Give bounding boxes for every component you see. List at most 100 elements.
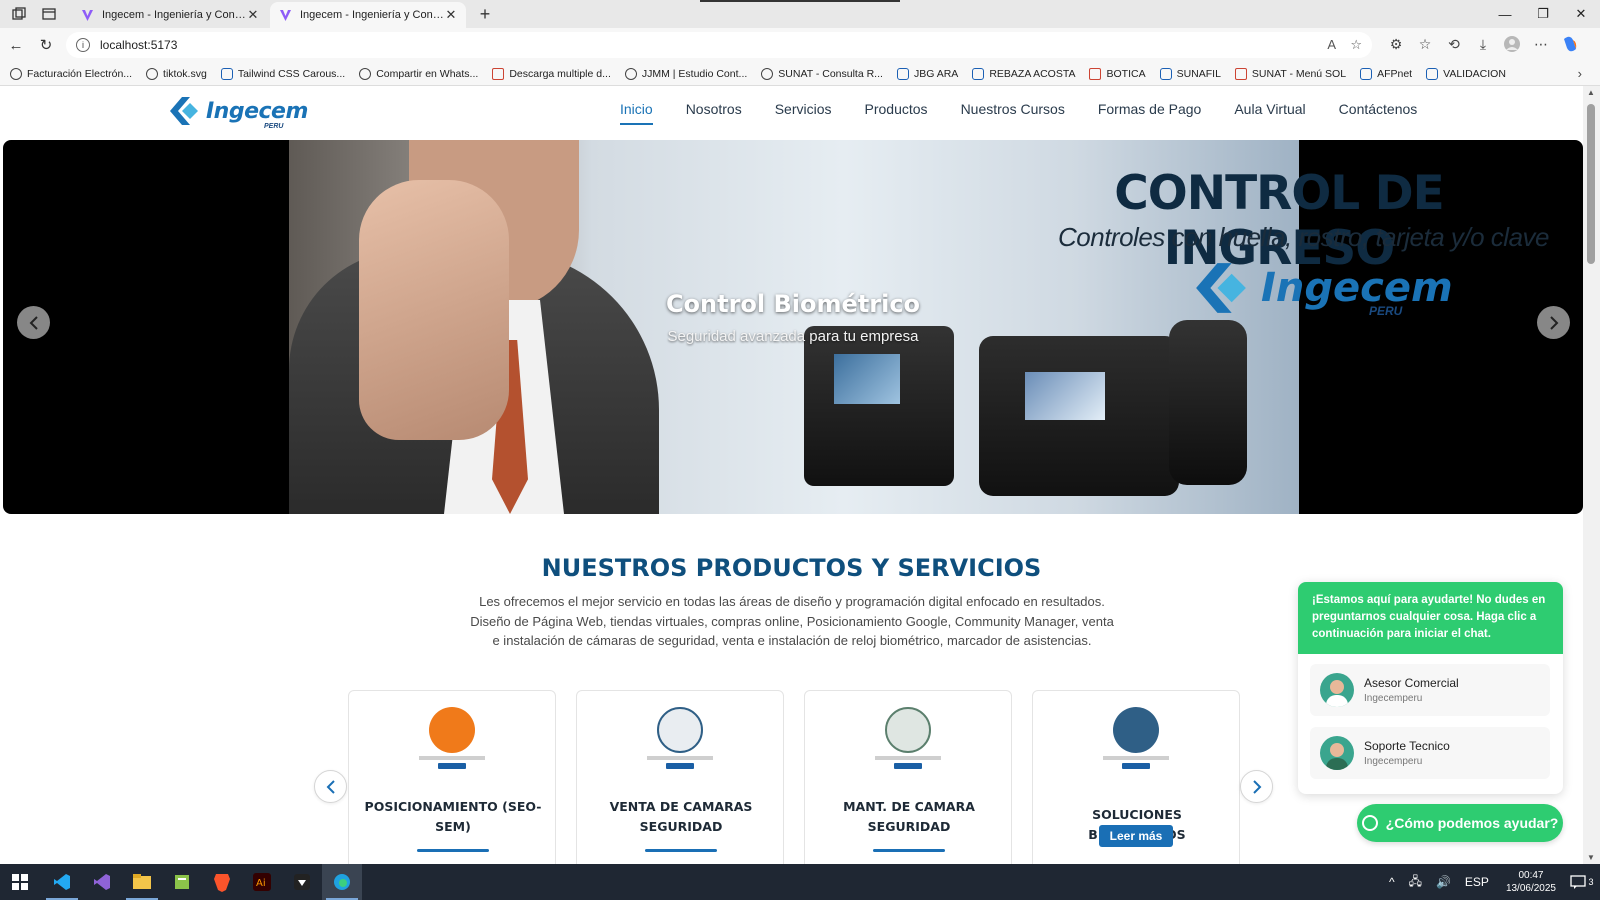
agent-name: Soporte Tecnico — [1364, 739, 1450, 753]
network-icon[interactable]: 🖧 — [1409, 872, 1422, 893]
nav-productos[interactable]: Productos — [865, 101, 928, 125]
whatsapp-chat-button[interactable]: ¿Cómo podemos ayudar? — [1357, 804, 1563, 842]
service-button-partial[interactable] — [873, 849, 945, 852]
ad-subheadline: Controles con huella, rostro, tarjeta y/… — [1058, 222, 1549, 252]
app-icon[interactable] — [282, 864, 322, 900]
bookmark-item[interactable]: JBG ARA — [896, 67, 958, 80]
new-tab-button[interactable]: + — [474, 3, 496, 25]
vite-favicon-icon — [278, 8, 292, 22]
favorites-icon[interactable]: ☆ — [1415, 33, 1435, 55]
nav-nosotros[interactable]: Nosotros — [686, 101, 742, 125]
service-button-partial[interactable] — [417, 849, 489, 852]
windows-start-icon[interactable] — [0, 864, 40, 900]
extensions-icon[interactable]: ⚙ — [1386, 33, 1406, 55]
notification-count: 3 — [1588, 877, 1594, 887]
chevron-right-icon — [1549, 315, 1558, 330]
back-icon[interactable]: ← — [6, 35, 26, 55]
favorite-star-icon[interactable]: ☆ — [1350, 37, 1362, 53]
browser-tab-2[interactable]: Ingecem - Ingeniería y Construcci ✕ — [270, 2, 466, 28]
vscode-icon[interactable] — [42, 864, 82, 900]
edge-icon[interactable] — [322, 864, 362, 900]
language-indicator[interactable]: ESP — [1465, 875, 1489, 889]
chevron-right-icon — [1252, 779, 1261, 794]
hero-next-button[interactable] — [1537, 306, 1570, 339]
service-card-biometricos[interactable]: SOLUCIONES BIOMETRICOS Leer más — [1032, 690, 1240, 864]
ingecem-logo-icon — [170, 97, 198, 125]
page-scrollbar[interactable]: ▲ ▼ — [1583, 86, 1600, 864]
site-info-icon[interactable]: i — [76, 38, 90, 52]
globe-icon — [624, 67, 637, 80]
profile-avatar-icon[interactable] — [1502, 33, 1522, 55]
leer-mas-button[interactable]: Leer más — [1099, 825, 1173, 847]
hero-subtitle: Seguridad avanzada para tu empresa — [667, 328, 919, 345]
tray-chevron-icon[interactable]: ^ — [1389, 875, 1395, 889]
workspaces-icon[interactable] — [10, 5, 28, 23]
nav-nuestros-cursos[interactable]: Nuestros Cursos — [961, 101, 1065, 125]
service-name: MANT. DE CAMARA SEGURIDAD — [843, 799, 975, 834]
download-icon[interactable]: ⤓ — [1473, 33, 1493, 55]
scroll-up-icon[interactable]: ▲ — [1587, 88, 1595, 97]
nav-inicio[interactable]: Inicio — [620, 101, 653, 125]
system-clock[interactable]: 00:47 13/06/2025 — [1506, 869, 1556, 895]
more-menu-icon[interactable]: ⋯ — [1531, 33, 1551, 55]
hero-prev-button[interactable] — [17, 306, 50, 339]
read-aloud-icon[interactable]: A — [1327, 37, 1336, 52]
vite-favicon-icon — [80, 8, 94, 22]
tab-actions-icon[interactable] — [40, 5, 58, 23]
restore-icon[interactable]: ❐ — [1524, 0, 1562, 28]
volume-icon[interactable]: 🔊 — [1436, 875, 1451, 889]
bookmark-item[interactable]: JJMM | Estudio Cont... — [624, 67, 747, 80]
nav-servicios[interactable]: Servicios — [775, 101, 832, 125]
bookmark-item[interactable]: SUNAT - Menú SOL — [1234, 67, 1346, 80]
refresh-icon[interactable]: ↻ — [36, 35, 56, 55]
browser-tab-1[interactable]: Ingecem - Ingeniería y Construcci ✕ — [72, 2, 268, 28]
illustrator-icon[interactable]: Ai — [242, 864, 282, 900]
tab-title: Ingecem - Ingeniería y Construcci — [300, 9, 444, 21]
services-prev-button[interactable] — [314, 770, 347, 803]
notepad-icon[interactable] — [162, 864, 202, 900]
afpnet-icon — [1360, 67, 1373, 80]
biometric-icon — [1103, 707, 1169, 775]
service-card-seo[interactable]: POSICIONAMIENTO (SEO-SEM) — [348, 690, 556, 864]
tailwind-icon — [220, 67, 233, 80]
notification-center-icon[interactable]: 3 — [1564, 864, 1600, 900]
scroll-down-icon[interactable]: ▼ — [1587, 853, 1595, 862]
nav-aula-virtual[interactable]: Aula Virtual — [1234, 101, 1305, 125]
agent-asesor-comercial[interactable]: Asesor Comercial Ingecemperu — [1310, 664, 1550, 716]
bookmark-item[interactable]: Tailwind CSS Carous... — [220, 67, 345, 80]
minimize-icon[interactable]: — — [1486, 0, 1524, 28]
bookmark-item[interactable]: Compartir en Whats... — [359, 67, 478, 80]
bookmark-item[interactable]: SUNAFIL — [1159, 67, 1221, 80]
bookmark-item[interactable]: SUNAT - Consulta R... — [761, 67, 883, 80]
close-tab-icon[interactable]: ✕ — [444, 7, 458, 23]
service-button-partial[interactable] — [645, 849, 717, 852]
nav-contactenos[interactable]: Contáctenos — [1339, 101, 1418, 125]
url-field[interactable]: i localhost:5173 A ☆ — [66, 32, 1372, 58]
more-bookmarks-icon[interactable]: › — [1578, 66, 1582, 81]
file-explorer-icon[interactable] — [122, 864, 162, 900]
system-tray: ^ 🖧 🔊 ESP 00:47 13/06/2025 3 — [1382, 864, 1600, 900]
services-next-button[interactable] — [1240, 770, 1273, 803]
bookmark-item[interactable]: Descarga multiple d... — [492, 67, 611, 80]
bookmark-item[interactable]: REBAZA ACOSTA — [972, 67, 1075, 80]
service-card-venta-camaras[interactable]: VENTA DE CAMARAS SEGURIDAD — [576, 690, 784, 864]
bookmark-item[interactable]: Facturación Electrón... — [10, 67, 132, 80]
service-card-mant-camaras[interactable]: MANT. DE CAMARA SEGURIDAD — [804, 690, 1012, 864]
close-window-icon[interactable]: ✕ — [1562, 0, 1600, 28]
scroll-thumb[interactable] — [1587, 104, 1595, 264]
bookmark-item[interactable]: tiktok.svg — [146, 67, 207, 80]
site-logo[interactable]: Ingecem PERU — [166, 95, 308, 130]
visual-studio-icon[interactable] — [82, 864, 122, 900]
bookmark-item[interactable]: BOTICA — [1089, 67, 1146, 80]
nav-formas-de-pago[interactable]: Formas de Pago — [1098, 101, 1202, 125]
history-icon[interactable]: ⟲ — [1444, 33, 1464, 55]
hero-caption: Control Biométrico Seguridad avanzada pa… — [3, 290, 1583, 345]
biometric-device-2 — [979, 336, 1179, 496]
agent-soporte-tecnico[interactable]: Soporte Tecnico Ingecemperu — [1310, 727, 1550, 779]
bookmark-item[interactable]: AFPnet — [1360, 67, 1412, 80]
copilot-icon[interactable] — [1560, 33, 1580, 55]
bookmark-item[interactable]: VALIDACION — [1426, 67, 1506, 80]
close-tab-icon[interactable]: ✕ — [246, 7, 260, 23]
tab-title: Ingecem - Ingeniería y Construcci — [102, 9, 246, 21]
brave-icon[interactable] — [202, 864, 242, 900]
